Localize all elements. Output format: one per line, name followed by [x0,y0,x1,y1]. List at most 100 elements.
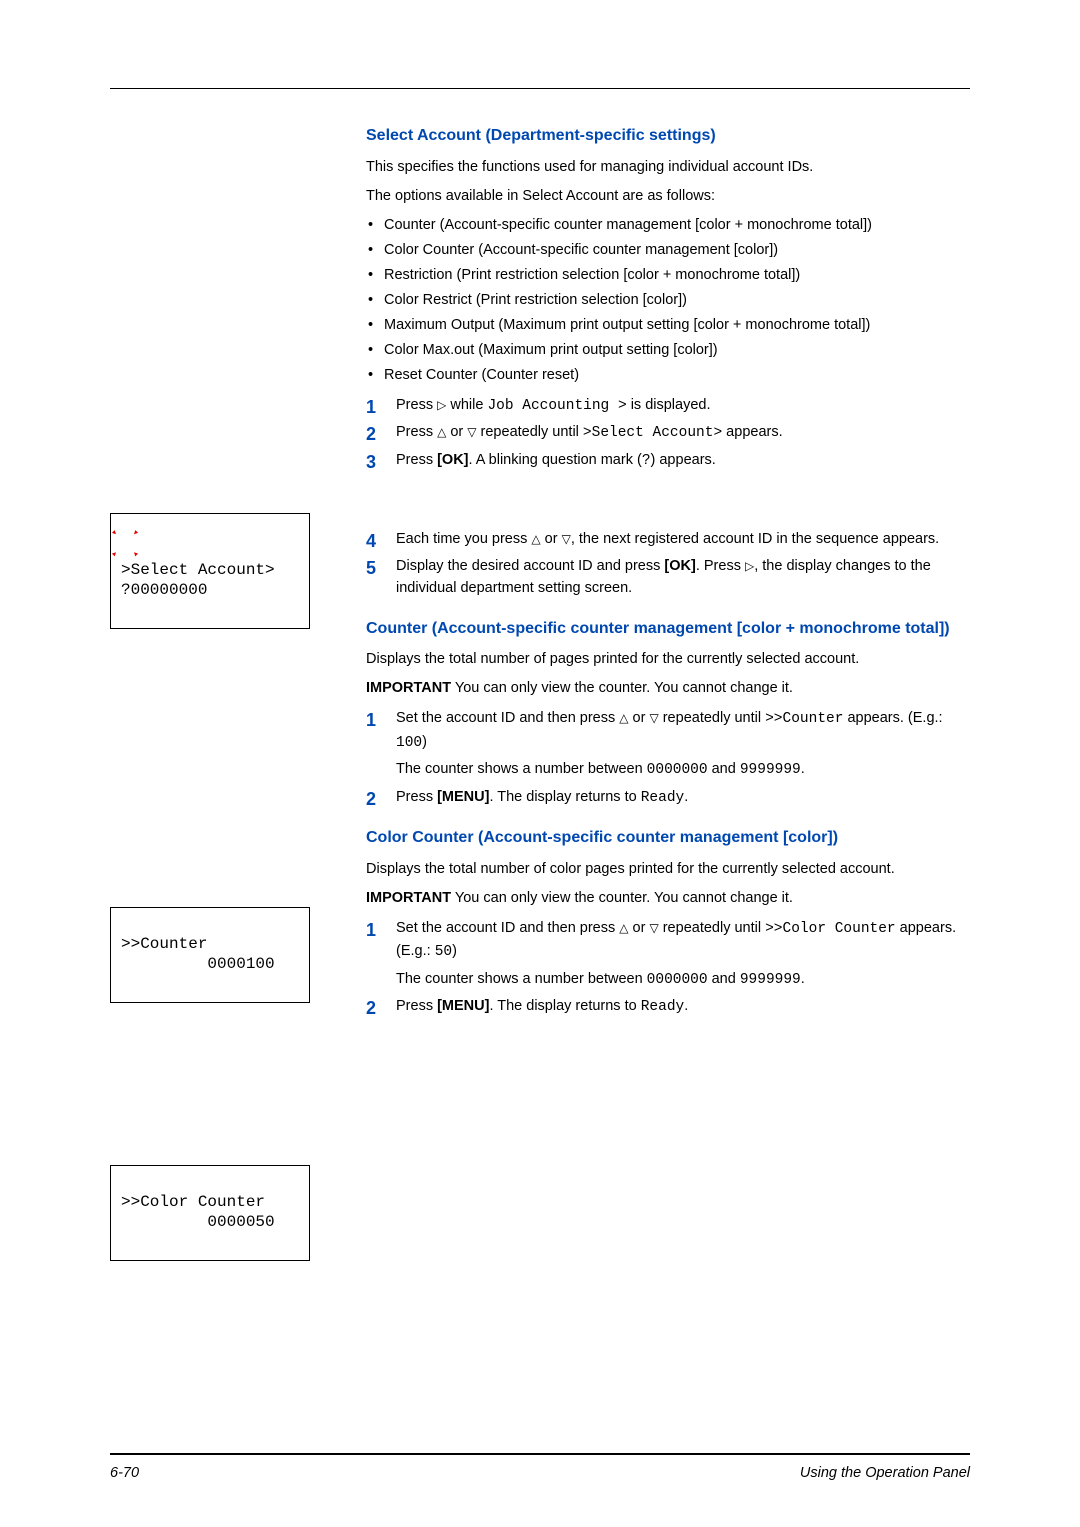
step-item: 1 Set the account ID and then press △ or… [396,707,970,781]
up-triangle-icon: △ [619,709,628,728]
page-footer: 6-70 Using the Operation Panel [110,1465,970,1481]
down-triangle-icon: ▽ [467,423,476,442]
list-item: Counter (Account-specific counter manage… [384,215,970,236]
intro-text: Displays the total number of color pages… [366,859,970,880]
intro-text: This specifies the functions used for ma… [366,157,970,178]
list-item: Color Counter (Account-specific counter … [384,240,970,261]
down-triangle-icon: ▽ [649,709,658,728]
text: Display the desired account ID and press [396,558,664,574]
lcd-line: >>Counter [121,935,207,953]
text: You can only view the counter. You canno… [451,890,793,906]
text: Press [396,452,437,468]
lcd-line: 0000100 [121,955,275,973]
text: appears. (E.g.: [843,710,942,726]
key-label: [OK] [664,558,695,574]
up-triangle-icon: △ [619,919,628,938]
text: . [684,998,688,1014]
down-triangle-icon: ▽ [649,919,658,938]
code-text: ? [642,453,651,469]
text: Each time you press [396,531,531,547]
text: You can only view the counter. You canno… [451,680,793,696]
text: repeatedly until [659,710,765,726]
text: . [684,789,688,805]
text: or [629,710,650,726]
text: while [446,397,487,413]
up-triangle-icon: △ [437,423,446,442]
code-text: Ready [641,999,685,1015]
right-triangle-icon: ▷ [437,396,446,415]
step-item: 2 Press △ or ▽ repeatedly until >Select … [396,421,970,444]
key-label: [MENU] [437,998,489,1014]
text: and [708,761,740,777]
options-list: Counter (Account-specific counter manage… [366,215,970,386]
code-text: 9999999 [740,972,801,988]
code-text: >Select Account> [583,425,722,441]
down-triangle-icon: ▽ [562,530,571,549]
step-item: 1 Press ▷ while Job Accounting > is disp… [396,394,970,417]
text: ) appears. [651,452,716,468]
text: ) [422,734,427,750]
important-note: IMPORTANT You can only view the counter.… [366,888,970,909]
text: Press [396,397,437,413]
code-text: 0000000 [647,972,708,988]
key-label: [MENU] [437,789,489,805]
step-item: 2 Press [MENU]. The display returns to R… [396,786,970,809]
intro-text: The options available in Select Account … [366,186,970,207]
text: repeatedly until [477,424,583,440]
text: Set the account ID and then press [396,710,619,726]
page-number: 6-70 [110,1465,139,1481]
text: The counter shows a number between [396,971,647,987]
text: or [629,920,650,936]
list-item: Color Max.out (Maximum print output sett… [384,340,970,361]
right-triangle-icon: ▷ [745,557,754,576]
text: ) [452,943,457,959]
important-label: IMPORTANT [366,890,451,906]
step-item: 3 Press [OK]. A blinking question mark (… [396,449,970,472]
text: and [708,971,740,987]
text: . A blinking question mark ( [469,452,642,468]
text: Set the account ID and then press [396,920,619,936]
step-item: 4 Each time you press △ or ▽, the next r… [396,528,970,550]
step-item: 1 Set the account ID and then press △ or… [396,917,970,991]
text: , the next registered account ID in the … [571,531,939,547]
code-text: >>Color Counter [765,921,896,937]
list-item: Restriction (Print restriction selection… [384,265,970,286]
code-text: >>Counter [765,711,843,727]
text: or [446,424,467,440]
text: Press [396,998,437,1014]
heading-color-counter: Color Counter (Account-specific counter … [366,827,970,849]
text: . [801,971,805,987]
code-text: 100 [396,735,422,751]
text: . The display returns to [489,789,640,805]
lcd-counter: >>Counter 0000100 [110,907,310,1003]
text: is displayed. [627,397,711,413]
intro-text: Displays the total number of pages print… [366,649,970,670]
step-item: 2 Press [MENU]. The display returns to R… [396,995,970,1018]
text: . The display returns to [489,998,640,1014]
code-text: 9999999 [740,762,801,778]
important-note: IMPORTANT You can only view the counter.… [366,678,970,699]
footer-rule [110,1453,970,1455]
list-item: Maximum Output (Maximum print output set… [384,315,970,336]
top-rule [110,88,970,89]
code-text: 50 [435,944,452,960]
code-text: Job Accounting > [487,398,626,414]
lcd-line: >>Color Counter [121,1193,265,1211]
code-text: 0000000 [647,762,708,778]
heading-select-account: Select Account (Department-specific sett… [366,125,970,147]
lcd-line: 0000050 [121,1213,275,1231]
text: appears. [722,424,782,440]
important-label: IMPORTANT [366,680,451,696]
up-triangle-icon: △ [531,530,540,549]
list-item: Color Restrict (Print restriction select… [384,290,970,311]
step-item: 5 Display the desired account ID and pre… [396,555,970,600]
text: or [541,531,562,547]
lcd-select-account: ▾▾ ▾▾ >Select Account> ?00000000 [110,513,310,629]
blink-indicator: ▾▾ ▾▾ [117,532,141,556]
text: . Press [696,558,745,574]
text: repeatedly until [659,920,765,936]
list-item: Reset Counter (Counter reset) [384,365,970,386]
text: . [801,761,805,777]
text: The counter shows a number between [396,761,647,777]
text: Press [396,789,437,805]
